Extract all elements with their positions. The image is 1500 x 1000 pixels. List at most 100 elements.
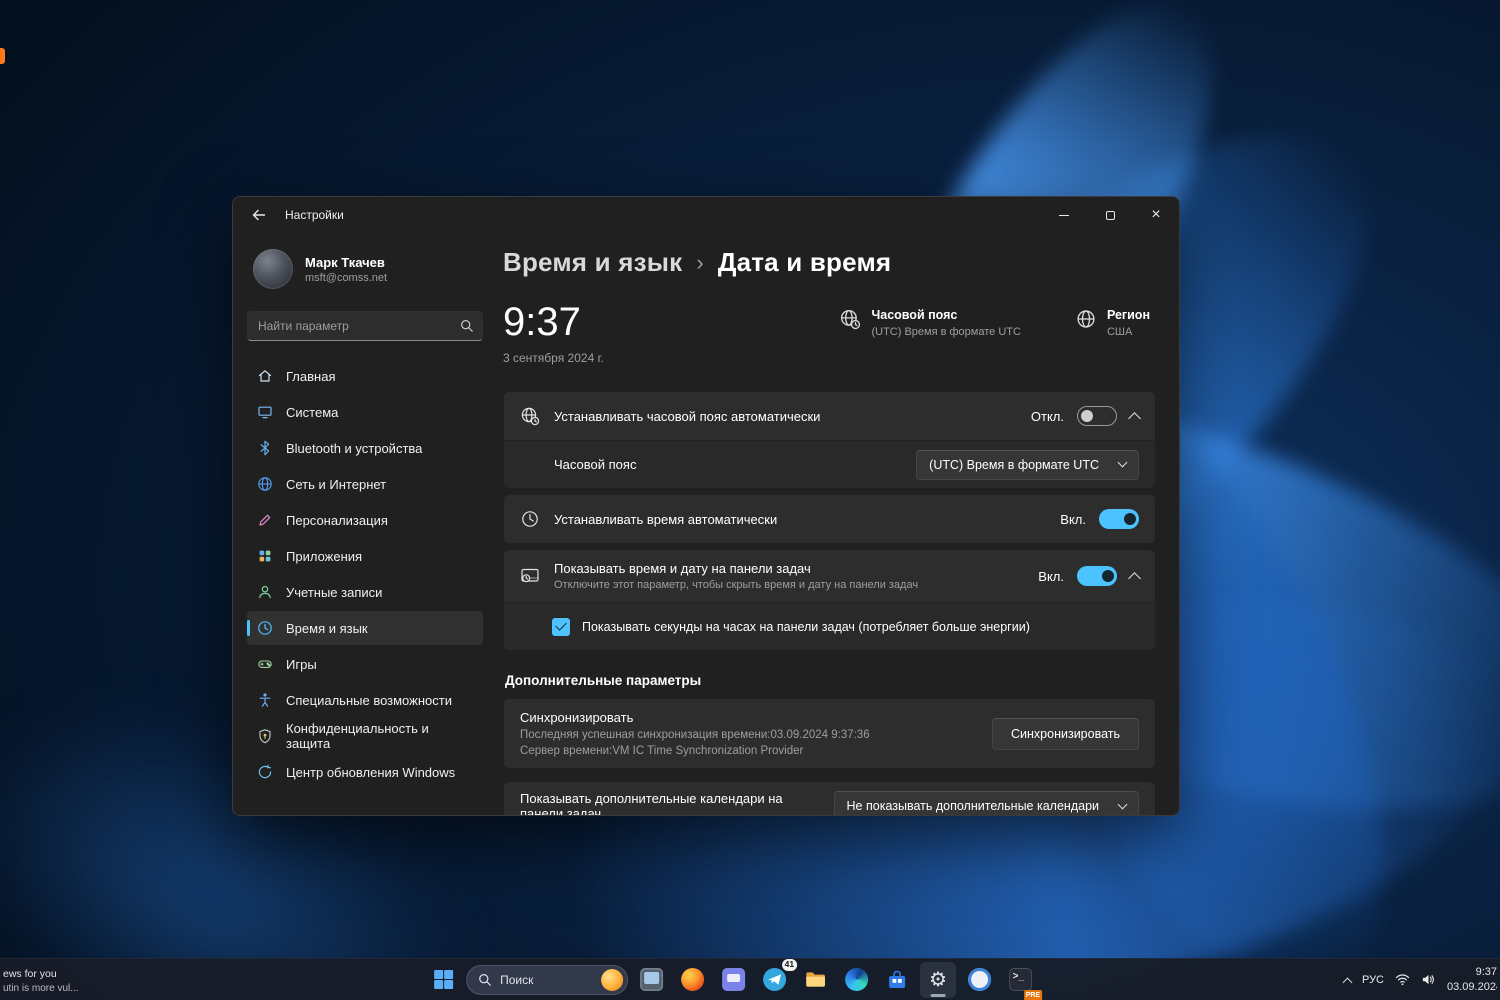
user-email: msft@comss.net xyxy=(305,271,388,284)
show-seconds-checkbox[interactable] xyxy=(552,617,570,636)
telegram-icon xyxy=(762,968,786,991)
news-line-2: utin is more vul... xyxy=(3,983,79,994)
user-name: Марк Ткачев xyxy=(305,254,385,270)
shield-icon xyxy=(259,729,271,744)
photos-icon xyxy=(967,968,991,991)
calendars-row: Показывать дополнительные календари на п… xyxy=(504,782,1155,816)
timezone-dropdown[interactable]: (UTC) Время в формате UTC xyxy=(916,449,1139,480)
sidebar-nav: Главная Система Bluetooth и устройства С… xyxy=(247,359,483,789)
teams-icon xyxy=(721,968,745,991)
calendars-dropdown[interactable]: Не показывать дополнительные календари xyxy=(833,791,1139,815)
wifi-icon xyxy=(1395,974,1410,986)
unread-count-badge: 41 xyxy=(781,958,798,971)
sidebar-item-privacy[interactable]: Конфиденциальность и защита xyxy=(247,719,483,753)
back-button[interactable] xyxy=(239,200,279,230)
volume-tray-button[interactable] xyxy=(1421,972,1436,987)
language-indicator[interactable]: РУС xyxy=(1362,974,1384,986)
timezone-auto-label: Устанавливать часовой пояс автоматически xyxy=(554,408,821,424)
app-icon-terminal-preview[interactable]: PRE xyxy=(1002,962,1043,1000)
maximize-icon xyxy=(1105,210,1115,220)
timezone-auto-toggle[interactable] xyxy=(1077,406,1117,426)
collapse-chevron-icon[interactable] xyxy=(1128,572,1141,585)
taskbar-clock[interactable]: 9:37 03.09.2024 xyxy=(1447,965,1497,994)
show-clock-toggle[interactable] xyxy=(1077,566,1117,586)
title-bar: Настройки × xyxy=(233,197,1179,233)
app-icon-firefox[interactable] xyxy=(674,962,710,998)
show-seconds-row: Показывать секунды на часах на панели за… xyxy=(504,602,1155,650)
hidden-icons-button[interactable] xyxy=(1342,974,1353,987)
settings-search-box[interactable] xyxy=(247,311,483,341)
start-button[interactable] xyxy=(425,962,461,998)
terminal-icon xyxy=(1008,968,1032,991)
widgets-news-button[interactable]: ews for you utin is more vul... xyxy=(3,968,79,995)
settings-sidebar: Марк Ткачев msft@comss.net Главная xyxy=(233,233,491,815)
card-show-clock: Показывать время и дату на панели задач … xyxy=(503,549,1156,651)
sidebar-item-time-language[interactable]: Время и язык xyxy=(247,611,483,645)
app-icon-teams[interactable] xyxy=(715,962,751,998)
calendars-label: Показывать дополнительные календари на п… xyxy=(520,791,783,816)
timezone-select-label: Часовой пояс xyxy=(554,457,637,472)
timezone-globe-icon xyxy=(841,309,861,330)
close-button[interactable]: × xyxy=(1133,197,1179,233)
taskbar-clock-icon xyxy=(521,568,539,583)
sidebar-item-windows-update[interactable]: Центр обновления Windows xyxy=(247,755,483,789)
minimize-button[interactable] xyxy=(1041,197,1087,233)
breadcrumb-chevron-icon: › xyxy=(696,249,704,275)
sync-now-button[interactable]: Синхронизировать xyxy=(992,717,1139,750)
time-auto-state: Вкл. xyxy=(1060,511,1086,527)
sidebar-item-label: Bluetooth и устройства xyxy=(286,440,423,456)
maximize-button[interactable] xyxy=(1087,197,1133,233)
sync-title: Синхронизировать xyxy=(520,710,634,725)
app-icon-pc[interactable] xyxy=(633,962,669,998)
sidebar-item-home[interactable]: Главная xyxy=(247,359,483,393)
sidebar-item-personalization[interactable]: Персонализация xyxy=(247,503,483,537)
apps-grid-icon xyxy=(259,550,271,562)
monitor-icon xyxy=(258,406,272,419)
app-icon-edge[interactable] xyxy=(838,962,874,998)
globe-icon xyxy=(258,477,272,491)
breadcrumb-parent[interactable]: Время и язык xyxy=(503,247,682,278)
speaker-icon xyxy=(1422,974,1434,985)
time-auto-toggle[interactable] xyxy=(1099,509,1139,529)
sidebar-item-bluetooth[interactable]: Bluetooth и устройства xyxy=(247,431,483,465)
gear-icon: ⚙ xyxy=(929,968,948,991)
settings-window: Настройки × Марк Ткачев msft@comss.net Н… xyxy=(232,196,1180,816)
sidebar-item-apps[interactable]: Приложения xyxy=(247,539,483,573)
sidebar-item-accounts[interactable]: Учетные записи xyxy=(247,575,483,609)
app-icon-photos[interactable] xyxy=(961,962,997,998)
region-title: Регион xyxy=(1106,308,1150,322)
accessibility-icon xyxy=(259,693,271,707)
app-icon-settings[interactable]: ⚙ xyxy=(920,961,957,998)
app-icon-telegram[interactable]: 41 xyxy=(756,958,798,998)
sidebar-item-games[interactable]: Игры xyxy=(247,647,483,681)
toggle-knob xyxy=(1102,570,1114,582)
bluetooth-icon xyxy=(260,440,270,456)
collapse-chevron-icon[interactable] xyxy=(1128,412,1141,425)
region-value: США xyxy=(1106,326,1133,338)
taskbar-search-box[interactable]: Поиск xyxy=(466,964,629,995)
sidebar-item-accessibility[interactable]: Специальные возможности xyxy=(247,683,483,717)
sidebar-item-label: Время и язык xyxy=(286,620,368,636)
page-title: Дата и время xyxy=(717,247,892,277)
update-icon xyxy=(258,764,272,779)
app-icon-store[interactable] xyxy=(879,962,915,998)
toggle-knob xyxy=(1081,410,1093,422)
user-account-block[interactable]: Марк Ткачев msft@comss.net xyxy=(247,241,483,297)
clock-icon xyxy=(522,511,538,527)
search-icon xyxy=(479,973,491,986)
settings-search-input[interactable] xyxy=(258,319,460,333)
timezone-auto-row[interactable]: Устанавливать часовой пояс автоматически… xyxy=(504,392,1155,440)
sidebar-item-label: Игры xyxy=(286,656,317,672)
gamepad-icon xyxy=(258,660,272,668)
network-tray-button[interactable] xyxy=(1395,972,1410,987)
app-icon-file-explorer[interactable] xyxy=(797,962,833,998)
show-clock-label: Показывать время и дату на панели задач xyxy=(554,561,811,576)
widget-peek-tab[interactable] xyxy=(0,48,5,64)
home-icon xyxy=(258,370,272,382)
show-clock-row[interactable]: Показывать время и дату на панели задач … xyxy=(504,550,1155,602)
sidebar-item-system[interactable]: Система xyxy=(247,395,483,429)
toggle-knob xyxy=(1124,513,1136,525)
chevron-down-icon xyxy=(1117,799,1128,809)
sidebar-item-network[interactable]: Сеть и Интернет xyxy=(247,467,483,501)
breadcrumb: Время и язык › Дата и время xyxy=(503,247,1156,278)
